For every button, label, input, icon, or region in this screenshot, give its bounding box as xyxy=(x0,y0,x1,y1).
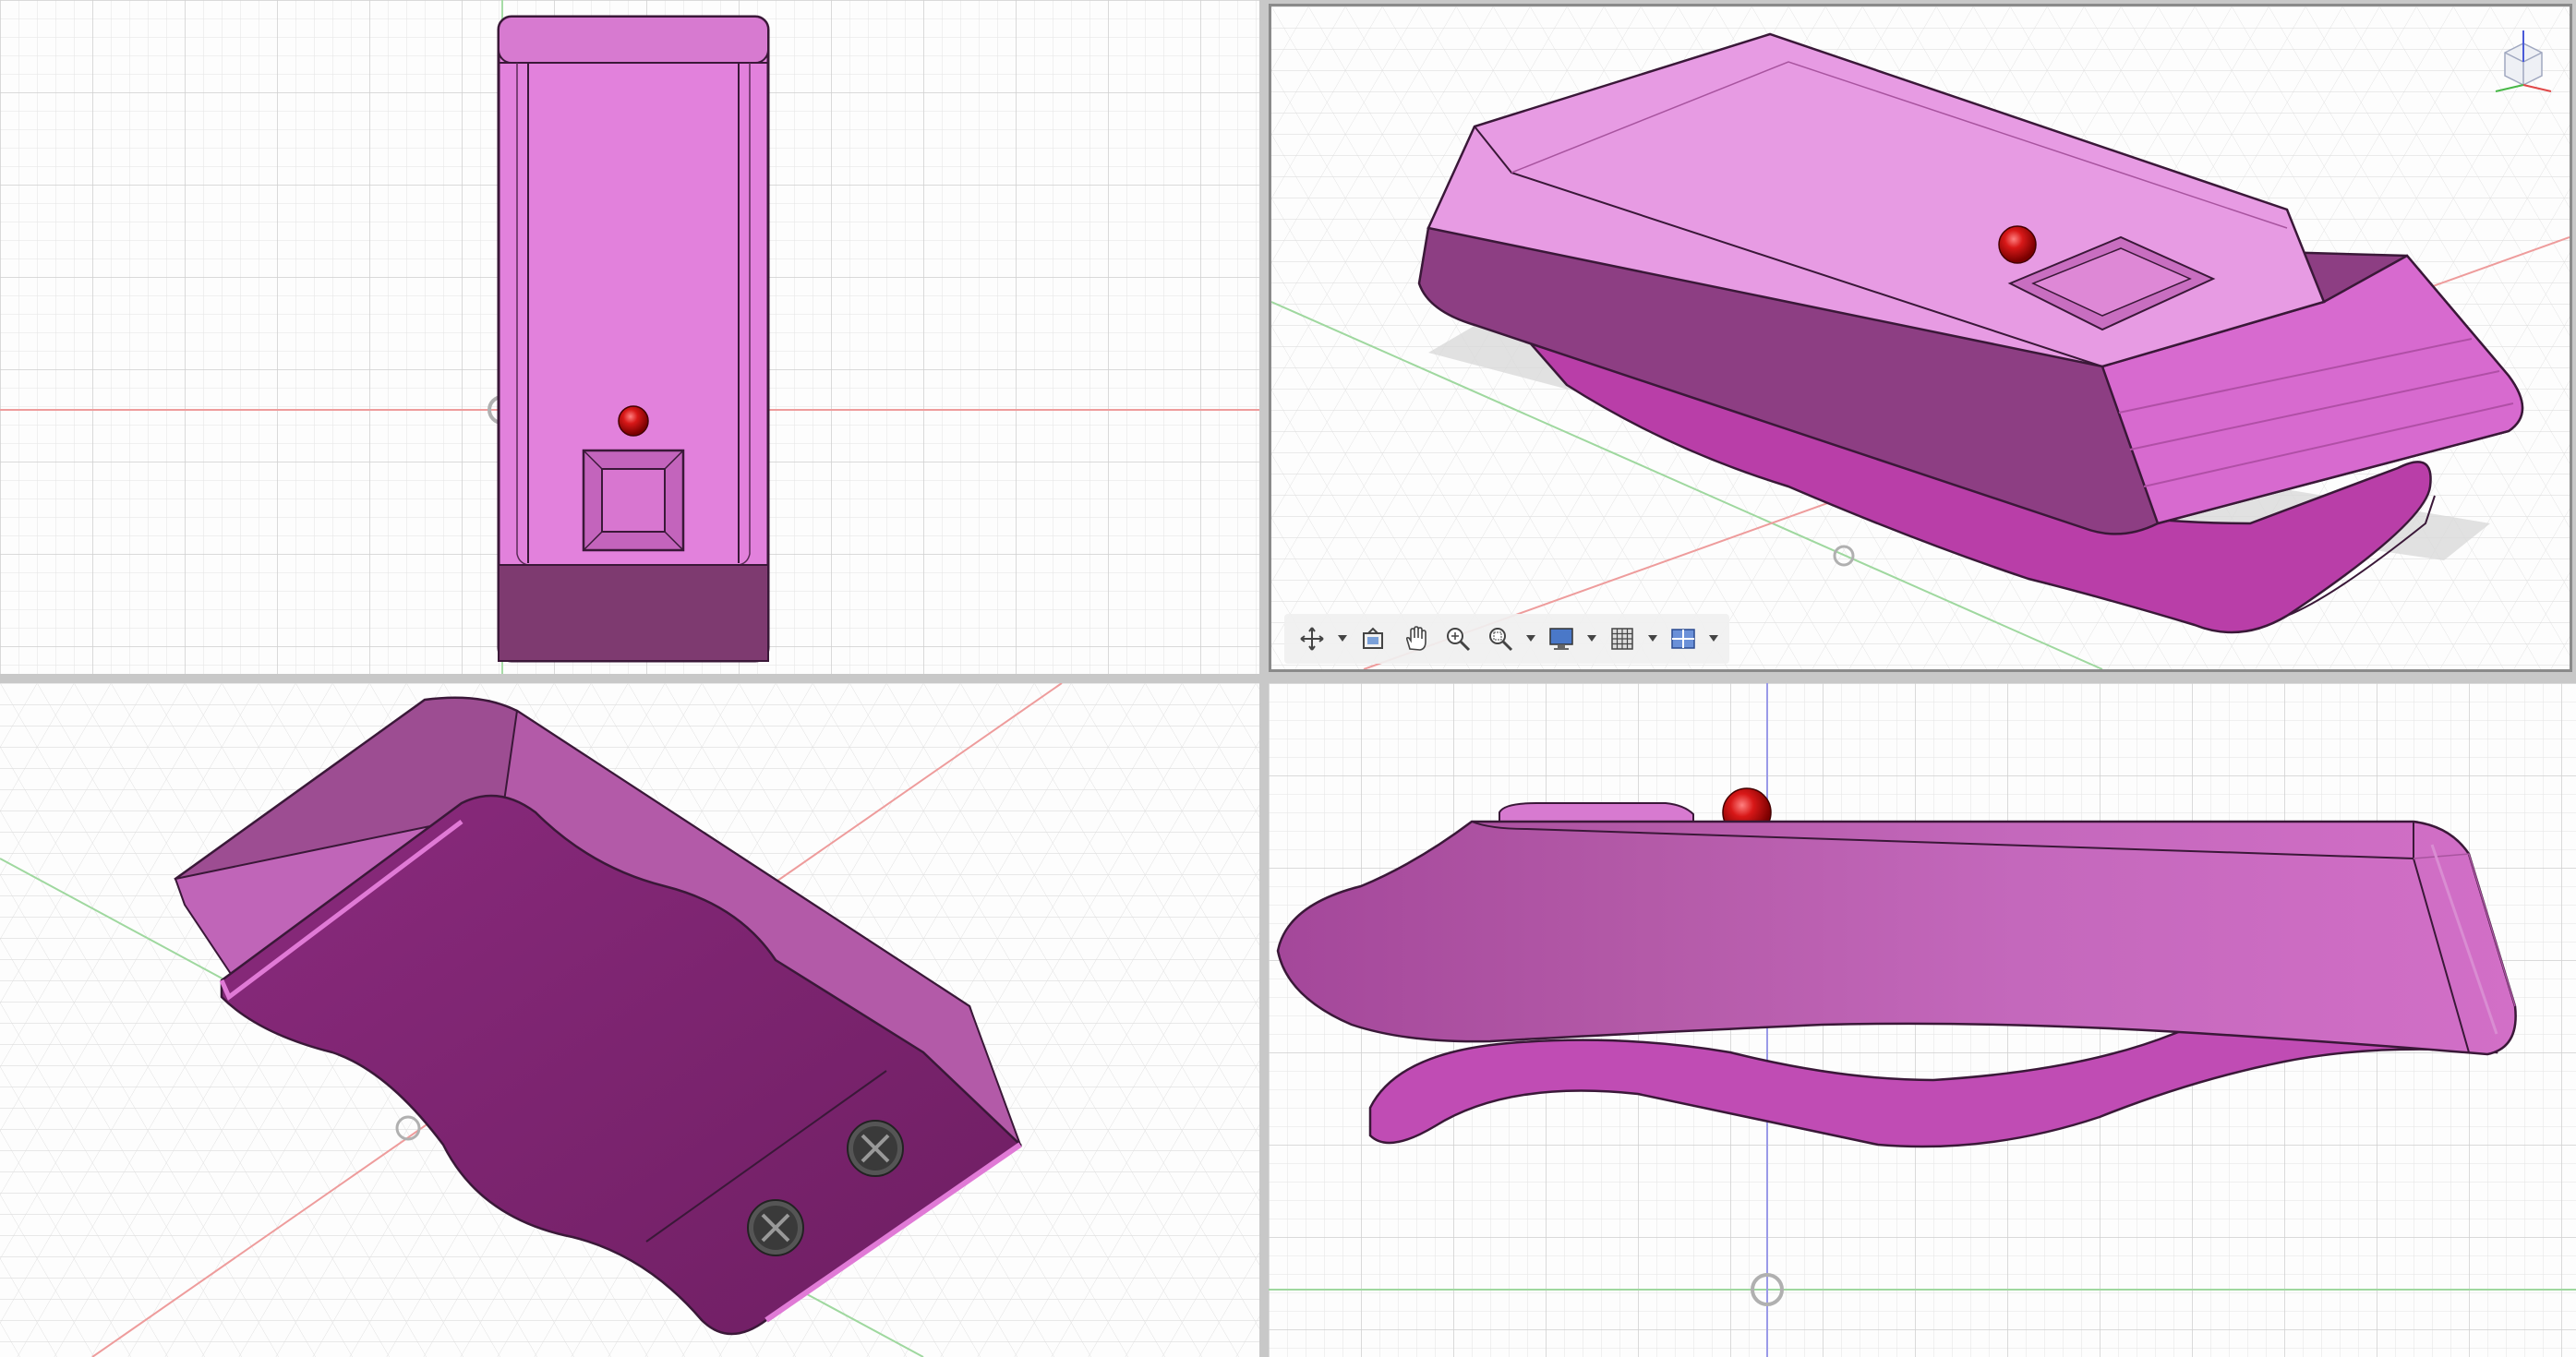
zoom-window-icon xyxy=(1489,628,1513,652)
pan-button[interactable] xyxy=(1397,620,1434,657)
caret-down-icon xyxy=(1526,635,1535,642)
orbit-icon xyxy=(1300,627,1324,651)
viewports-button[interactable] xyxy=(1665,620,1702,657)
pan-hand-icon xyxy=(1405,626,1426,651)
clip-body-top[interactable] xyxy=(497,15,770,663)
orbit-button[interactable] xyxy=(1294,620,1330,657)
viewport-side[interactable] xyxy=(1269,683,2576,1357)
perspective-scene xyxy=(1271,6,2570,669)
display-menu-caret[interactable] xyxy=(1585,620,1598,657)
viewports-icon xyxy=(1671,629,1695,649)
caret-down-icon xyxy=(1648,635,1657,642)
grid-menu-caret[interactable] xyxy=(1646,620,1659,657)
grid-icon xyxy=(1611,628,1633,650)
zoom-icon xyxy=(1447,628,1471,652)
led-indicator xyxy=(1998,225,2037,264)
screw-head xyxy=(747,1199,804,1256)
zoom-button[interactable] xyxy=(1439,620,1476,657)
viewports-menu-caret[interactable] xyxy=(1707,620,1720,657)
viewcube-icon[interactable] xyxy=(2486,25,2560,99)
screw-head xyxy=(847,1120,904,1177)
viewport-perspective[interactable] xyxy=(1269,4,2572,672)
caret-down-icon xyxy=(1709,635,1718,642)
zoom-window-button[interactable] xyxy=(1482,620,1519,657)
caret-down-icon xyxy=(1338,635,1347,642)
viewport-bottom-iso[interactable] xyxy=(0,683,1259,1357)
orbit-menu-caret[interactable] xyxy=(1336,620,1349,657)
led-indicator xyxy=(618,405,649,437)
look-at-button[interactable] xyxy=(1354,620,1391,657)
viewport-top[interactable] xyxy=(0,0,1259,674)
caret-down-icon xyxy=(1587,635,1596,642)
display-monitor-icon xyxy=(1549,628,1573,650)
display-settings-button[interactable] xyxy=(1543,620,1580,657)
zoom-menu-caret[interactable] xyxy=(1524,620,1537,657)
top-view-scene xyxy=(0,0,1259,674)
grid-snaps-button[interactable] xyxy=(1604,620,1641,657)
navigation-toolbar xyxy=(1284,614,1729,664)
bottom-iso-scene xyxy=(0,683,1259,1357)
side-view-scene xyxy=(1269,683,2576,1357)
look-at-icon xyxy=(1363,627,1383,649)
